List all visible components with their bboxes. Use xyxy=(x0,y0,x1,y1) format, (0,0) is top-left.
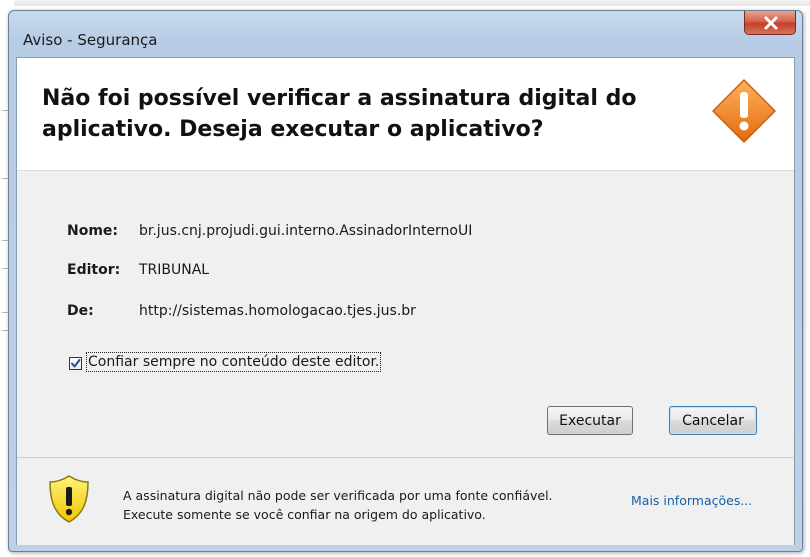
close-button[interactable] xyxy=(744,11,796,35)
title-bar[interactable]: Aviso - Segurança xyxy=(9,11,802,57)
trust-checkbox-label[interactable]: Confiar sempre no conteúdo deste editor. xyxy=(85,352,382,372)
from-value: http://sistemas.homologacao.tjes.jus.br xyxy=(139,303,416,319)
from-label: De: xyxy=(67,303,94,319)
more-info-link[interactable]: Mais informações... xyxy=(631,493,752,508)
background-page xyxy=(0,0,810,6)
footer-notice-line2: Execute somente se você confiar na orige… xyxy=(123,507,486,522)
dialog-footer: A assinatura digital não pode ser verifi… xyxy=(17,457,794,545)
editor-value: TRIBUNAL xyxy=(139,262,210,278)
footer-notice-line1: A assinatura digital não pode ser verifi… xyxy=(123,488,553,503)
cancel-button[interactable]: Cancelar xyxy=(669,406,757,435)
execute-button[interactable]: Executar xyxy=(547,406,633,435)
name-label: Nome: xyxy=(67,223,119,239)
checkmark-icon xyxy=(71,359,81,368)
warning-message: Não foi possível verificar a assinatura … xyxy=(42,86,637,142)
window-title: Aviso - Segurança xyxy=(23,31,158,49)
warning-icon xyxy=(712,79,776,143)
footer-notice: A assinatura digital não pode ser verifi… xyxy=(123,486,553,524)
shield-warning-icon xyxy=(49,475,89,523)
name-value: br.jus.cnj.projudi.gui.interno.Assinador… xyxy=(139,223,473,239)
security-warning-dialog: Aviso - Segurança Não foi possível verif… xyxy=(8,10,803,552)
close-icon xyxy=(764,16,778,30)
trust-checkbox[interactable] xyxy=(69,357,82,370)
dialog-header: Não foi possível verificar a assinatura … xyxy=(17,58,794,171)
dialog-content: Não foi possível verificar a assinatura … xyxy=(16,57,795,545)
editor-label: Editor: xyxy=(67,262,121,278)
